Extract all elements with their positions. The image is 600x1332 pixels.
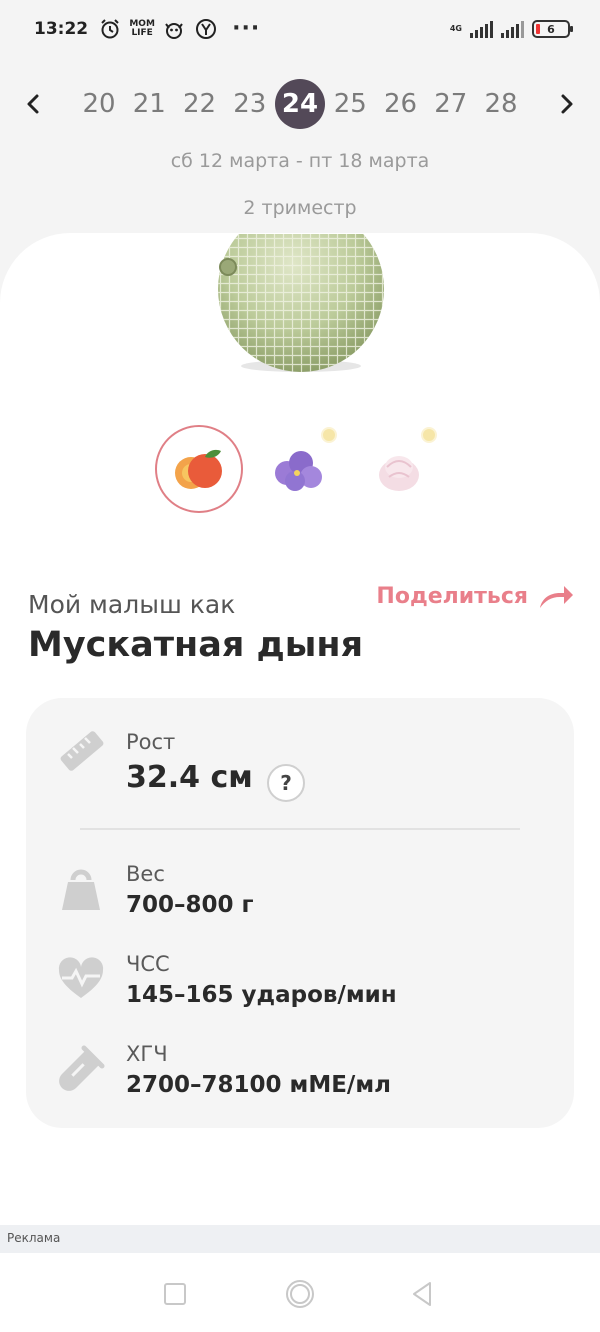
- week-date-range: сб 12 марта - пт 18 марта: [170, 150, 430, 172]
- heart-rate-value: 145–165 ударов/мин: [126, 982, 397, 1008]
- week-item-20[interactable]: 20: [74, 79, 124, 129]
- system-indicators: 4G 6: [449, 20, 573, 38]
- network-type: 4G: [449, 24, 462, 33]
- signal-icon: [470, 20, 493, 38]
- weight-label: Вес: [126, 862, 165, 886]
- test-tube-icon: [56, 1044, 106, 1094]
- share-button[interactable]: Поделиться: [376, 582, 574, 610]
- share-label: Поделиться: [376, 583, 528, 609]
- height-value: 32.4 см: [126, 760, 253, 795]
- fruit-variants: [155, 425, 445, 515]
- variant-marshmallow[interactable]: [355, 425, 443, 513]
- fruit-name: Мускатная дыня: [28, 625, 364, 665]
- home-button[interactable]: [284, 1278, 316, 1310]
- violet-flower-icon: [275, 451, 322, 491]
- trimester-label: 2 триместр: [243, 197, 357, 219]
- status-bar: 13:22 MOM LIFE ··· 4G 6: [0, 0, 600, 58]
- chevron-right-icon: [561, 94, 573, 114]
- premium-star-icon: [321, 427, 337, 443]
- premium-star-icon: [421, 427, 437, 443]
- week-item-23[interactable]: 23: [225, 79, 275, 129]
- heart-icon: [56, 954, 106, 1004]
- week-selector: 20 21 22 23 24 25 26 27 28: [0, 78, 600, 130]
- hcg-value: 2700–78100 мМЕ/мл: [126, 1072, 391, 1098]
- alarm-icon: [98, 18, 122, 40]
- battery-icon: 6: [532, 20, 573, 38]
- more-notifications-icon: ···: [232, 16, 261, 41]
- week-item-28[interactable]: 28: [476, 79, 526, 129]
- chevron-left-icon: [27, 94, 39, 114]
- share-arrow-icon: [540, 586, 573, 608]
- week-list: 20 21 22 23 24 25 26 27 28: [74, 78, 526, 130]
- variant-violet[interactable]: [255, 425, 343, 513]
- yandex-icon: [194, 18, 218, 40]
- variant-peach[interactable]: [155, 425, 243, 513]
- back-triangle-icon: [413, 1282, 431, 1306]
- system-nav-bar: [0, 1253, 600, 1332]
- recent-apps-button[interactable]: [159, 1278, 191, 1310]
- week-item-25[interactable]: 25: [325, 79, 375, 129]
- back-button[interactable]: [406, 1278, 438, 1310]
- ad-label: Реклама: [7, 1231, 61, 1245]
- week-item-21[interactable]: 21: [124, 79, 174, 129]
- ruler-icon: [56, 726, 106, 776]
- weight-icon: [56, 864, 106, 914]
- week-item-26[interactable]: 26: [376, 79, 426, 129]
- square-icon: [164, 1283, 186, 1305]
- weight-value: 700–800 г: [126, 892, 254, 918]
- hcg-label: ХГЧ: [126, 1042, 168, 1066]
- cat-sticker-icon: [162, 18, 186, 40]
- divider: [80, 828, 520, 830]
- heart-rate-label: ЧСС: [126, 952, 170, 976]
- week-item-22[interactable]: 22: [175, 79, 225, 129]
- notification-icons: MOM LIFE ···: [98, 18, 260, 40]
- battery-level: 6: [547, 22, 555, 36]
- ad-banner[interactable]: Реклама: [0, 1225, 600, 1253]
- prev-week-button[interactable]: [16, 86, 52, 122]
- mom-life-icon: MOM LIFE: [129, 19, 155, 38]
- next-week-button[interactable]: [548, 86, 584, 122]
- height-label: Рост: [126, 730, 176, 754]
- week-item-27[interactable]: 27: [426, 79, 476, 129]
- status-time: 13:22: [34, 19, 89, 39]
- marshmallow-icon: [379, 456, 419, 491]
- stats-panel: Рост 32.4 см ? Вес 700–800 г ЧСС 145–165…: [26, 698, 574, 1128]
- height-help-button[interactable]: ?: [267, 764, 305, 802]
- fruit-subtitle: Мой малыш как: [28, 590, 236, 619]
- peach-icon: [175, 449, 222, 489]
- melon-image: [216, 234, 386, 374]
- signal-2-icon: [501, 20, 524, 38]
- home-circle-icon: [286, 1280, 314, 1308]
- week-item-24-active[interactable]: 24: [275, 79, 325, 129]
